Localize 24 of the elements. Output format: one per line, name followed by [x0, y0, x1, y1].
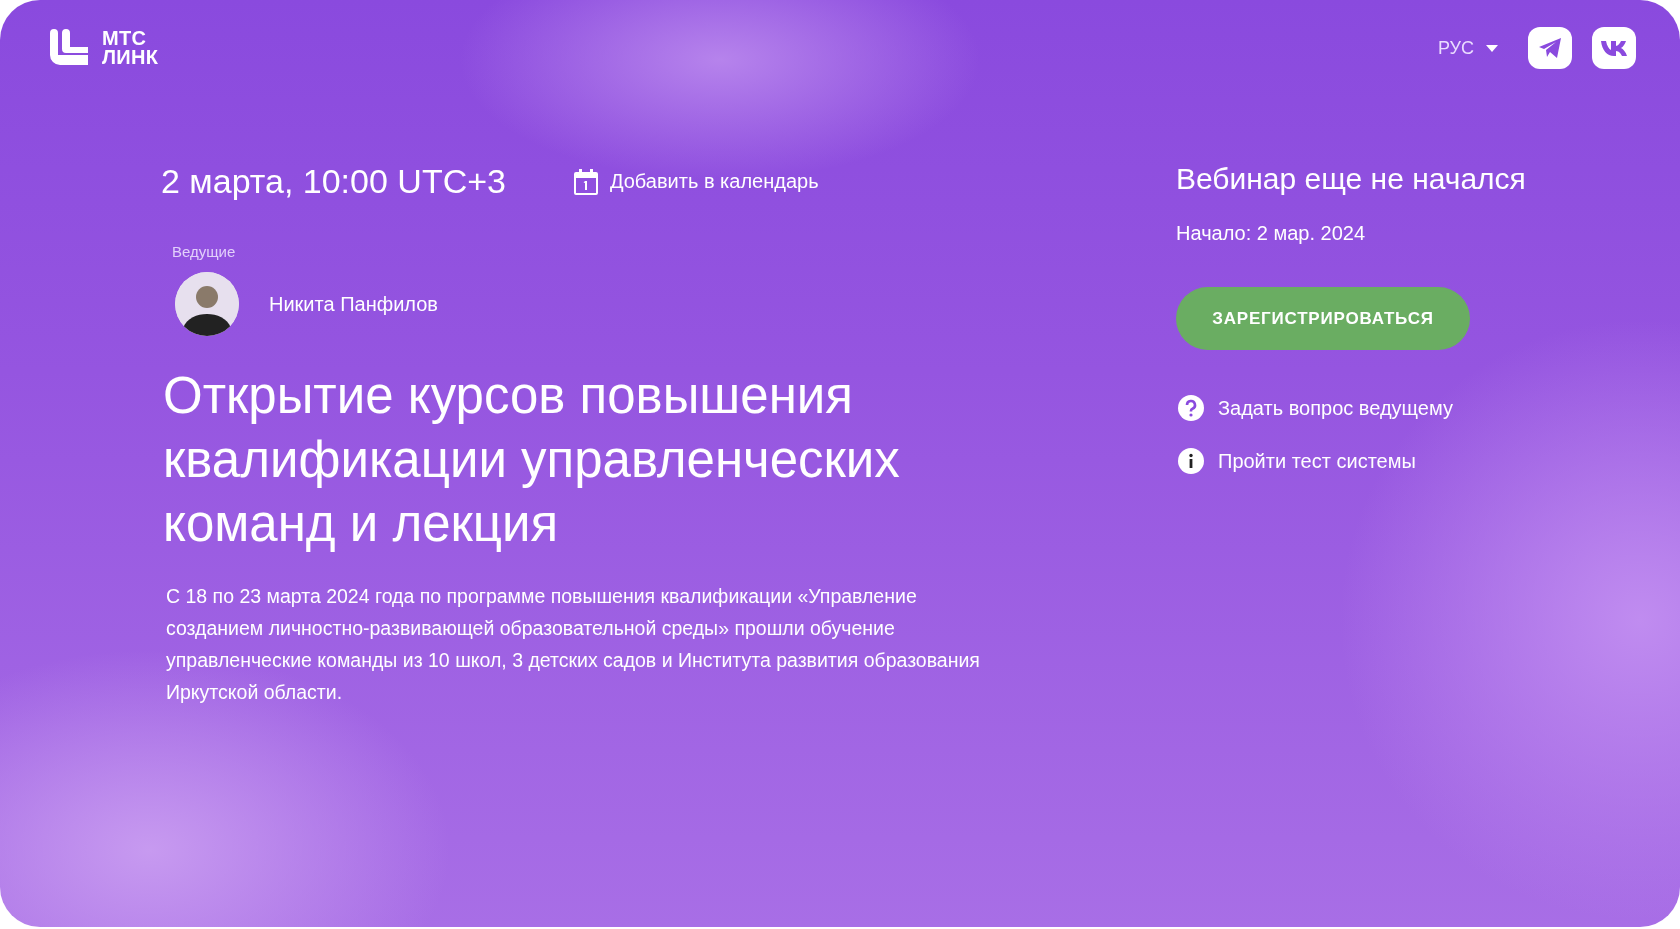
register-button[interactable]: ЗАРЕГИСТРИРОВАТЬСЯ: [1176, 287, 1470, 350]
ask-question-link[interactable]: Задать вопрос ведущему: [1178, 395, 1453, 421]
vk-button[interactable]: [1592, 27, 1636, 69]
logo-text: МТС: [102, 29, 148, 48]
language-dropdown[interactable]: РУС: [1437, 37, 1498, 59]
telegram-button[interactable]: [1528, 27, 1572, 69]
start-date: Начало: 2 мар. 2024: [1176, 222, 1366, 245]
vk-icon: [1601, 40, 1627, 56]
hosts-label: Ведущие: [172, 243, 237, 260]
status-title: Вебинар еще не начался: [1176, 162, 1526, 196]
host-name: Никита Панфилов: [269, 292, 438, 316]
webinar-description: С 18 по 23 марта 2024 года по программе повышения квалификации «Управление созданием личностно-развивающей образовательной среды» прошли обучение управленческие команды из 10 школ, 3 детских садов и Института развития образования Иркутской области.: [166, 584, 981, 705]
paper-plane-icon: [1538, 37, 1562, 59]
calendar-icon: [573, 168, 598, 195]
webinar-title: Открытие курсов повышения квалификации управленческих команд и лекция: [163, 366, 901, 554]
info-icon: [1178, 448, 1204, 474]
event-datetime: 2 марта, 10:00 UTC+3: [161, 162, 506, 201]
question-icon: [1178, 395, 1204, 421]
logo-icon: [50, 29, 88, 67]
caret-icon: [1486, 44, 1498, 52]
logo-text: ЛИНК: [102, 48, 159, 67]
avatar-silhouette: [175, 272, 239, 336]
add-to-calendar-link[interactable]: Добавить в календарь: [573, 168, 819, 195]
system-test-link[interactable]: Пройти тест системы: [1178, 448, 1453, 474]
